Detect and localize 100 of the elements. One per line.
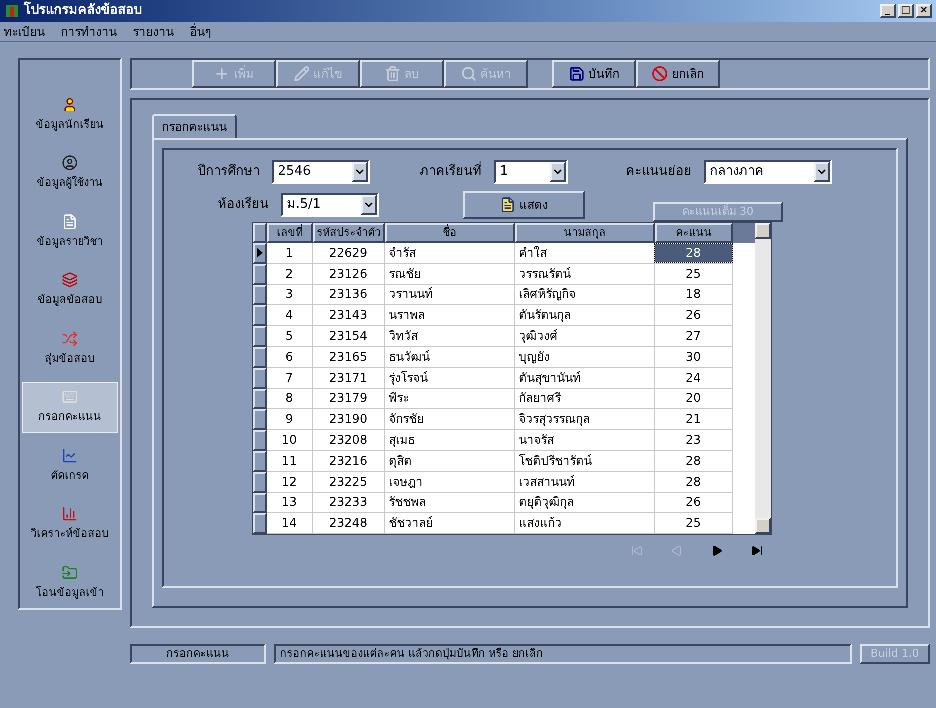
table-cell-text: 23233 — [329, 494, 368, 512]
row-indicator[interactable] — [253, 450, 267, 472]
row-indicator[interactable] — [253, 472, 267, 493]
sidebar-item-icon — [62, 96, 78, 113]
menu-item[interactable]: รายงาน — [133, 22, 174, 40]
row-indicator[interactable] — [253, 346, 267, 368]
sidebar-item-icon — [62, 564, 78, 581]
navigator-icon — [671, 545, 683, 558]
window-control-button[interactable]: □ — [898, 4, 914, 18]
app-logo-icon — [4, 3, 20, 19]
row-indicator[interactable] — [253, 284, 267, 306]
table-cell-text: 24 — [686, 370, 702, 387]
sidebar-item[interactable]: โอนข้อมูลเข้า — [22, 558, 118, 608]
year-dropdown[interactable]: 2546 — [272, 160, 370, 184]
table-cell-text: พีระ — [389, 390, 409, 408]
table-cell-text: 23165 — [329, 348, 368, 366]
table-cell-text: 21 — [686, 411, 702, 428]
table-cell-text: 23171 — [329, 370, 368, 387]
column-header[interactable]: รหัสประจำตัว — [313, 223, 385, 243]
table-cell-text: 30 — [686, 348, 702, 366]
sidebar-item[interactable]: วิเคราะห์ข้อสอบ — [22, 499, 118, 550]
table-cell-text: 25 — [686, 515, 702, 532]
sidebar-item-icon — [62, 389, 78, 406]
sidebar-item[interactable]: ข้อมูลนักเรียน — [22, 90, 118, 140]
dropdown-button[interactable] — [352, 162, 368, 182]
row-indicator[interactable] — [253, 326, 267, 347]
table-cell-text: 27 — [686, 328, 702, 346]
table-cell-text: จำรัส — [389, 244, 416, 262]
table-cell-text: 23154 — [329, 328, 368, 346]
table-cell-text: 8 — [286, 390, 294, 408]
room-dropdown[interactable]: ม.5/1 — [281, 193, 379, 217]
table-cell-text: 23143 — [329, 307, 368, 324]
table-cell-text: 23 — [686, 432, 702, 450]
row-indicator[interactable] — [253, 264, 267, 285]
table-cell-text: จักรชัย — [389, 411, 424, 428]
toolbar-button[interactable]: ยกเลิก — [636, 60, 720, 88]
sidebar-item[interactable]: กรอกคะแนน — [22, 382, 118, 433]
dropdown-button[interactable] — [361, 195, 377, 215]
table-cell-text: เวสสานนท์ — [519, 474, 575, 491]
table-cell-text: วรรณรัตน์ — [519, 266, 571, 283]
navigator-icon — [711, 545, 723, 558]
sidebar-item[interactable]: ข้อมูลข้อสอบ — [22, 265, 118, 316]
table-cell-text: 23208 — [329, 432, 368, 450]
table-cell-text: 23225 — [329, 474, 368, 491]
table-cell-text: 23179 — [329, 390, 368, 408]
row-indicator[interactable] — [253, 243, 267, 264]
show-button[interactable]: แสดง — [463, 191, 585, 219]
row-indicator[interactable] — [253, 513, 267, 534]
menu-item[interactable]: อื่นๆ — [190, 22, 211, 40]
row-indicator[interactable] — [253, 430, 267, 451]
menu-item[interactable]: ทะเบียน — [4, 22, 45, 40]
field-label: ห้องเรียน — [218, 196, 269, 214]
sidebar-item-icon — [62, 272, 78, 288]
sidebar-item[interactable]: ตัดเกรด — [22, 440, 118, 492]
term-dropdown[interactable]: 1 — [494, 160, 568, 184]
field-label: ภาคเรียนที่ — [420, 162, 482, 182]
status-section: กรอกคะแนน — [130, 644, 266, 664]
table-cell-text: 20 — [686, 390, 702, 408]
tab[interactable]: กรอกคะแนน — [152, 114, 237, 138]
table-cell-text: วรานนท์ — [389, 286, 433, 304]
table-cell-text: 3 — [286, 286, 294, 304]
table-cell-text: รัชชพล — [389, 494, 426, 512]
build-label: Build 1.0 — [860, 644, 930, 664]
vertical-scrollbar[interactable] — [755, 223, 771, 534]
row-indicator[interactable] — [253, 368, 267, 389]
column-header[interactable]: เลขที่ — [267, 223, 313, 243]
toolbar-button[interactable]: บันทึก — [552, 60, 636, 88]
navigator-icon — [751, 545, 763, 558]
row-indicator[interactable] — [253, 305, 267, 326]
sidebar-item[interactable]: สุ่มข้อสอบ — [22, 324, 118, 374]
menu-item[interactable]: การทำงาน — [61, 22, 117, 40]
table-cell-text: นาจรัส — [519, 432, 554, 450]
window-control-button[interactable]: × — [916, 4, 932, 18]
table-cell-text: 23248 — [329, 515, 368, 532]
dropdown-button[interactable] — [550, 162, 566, 182]
table-cell-text: ตันสุขานันท์ — [519, 370, 581, 387]
column-header[interactable]: นามสกุล — [515, 223, 655, 243]
sidebar-item-icon — [62, 155, 78, 172]
table-cell-text: 25 — [686, 266, 702, 283]
table-cell-text: ดุสิต — [389, 452, 412, 470]
window-control-button[interactable]: _ — [880, 4, 896, 18]
table-cell-text: จิวรสุวรรณกุล — [519, 411, 590, 428]
sidebar-item[interactable]: ข้อมูลผู้ใช้งาน — [22, 148, 118, 199]
table-cell-text: แสงแก้ว — [519, 515, 562, 532]
table-cell-text: รุ่งโรจน์ — [389, 370, 428, 387]
table-cell-text: ตยุติวุฒิกุล — [519, 494, 574, 512]
table-cell-text: โชติปรีชารัตน์ — [519, 452, 592, 470]
window-title: โปรแกรมคลังข้อสอบ — [24, 1, 143, 20]
sidebar-item-icon — [62, 330, 78, 347]
column-header[interactable]: คะแนน — [655, 223, 733, 243]
row-indicator[interactable] — [253, 388, 267, 410]
column-header[interactable]: ชื่อ — [385, 223, 515, 243]
full-score-label: คะแนนเต็ม 30 — [653, 202, 783, 222]
row-indicator[interactable] — [253, 409, 267, 430]
score-type-dropdown[interactable]: กลางภาค — [704, 160, 832, 184]
sidebar-item[interactable]: ข้อมูลรายวิชา — [22, 206, 118, 258]
dropdown-button[interactable] — [814, 162, 830, 182]
toolbar-icon — [568, 66, 584, 82]
row-indicator[interactable] — [253, 492, 267, 514]
table-cell-text: 28 — [686, 474, 702, 491]
